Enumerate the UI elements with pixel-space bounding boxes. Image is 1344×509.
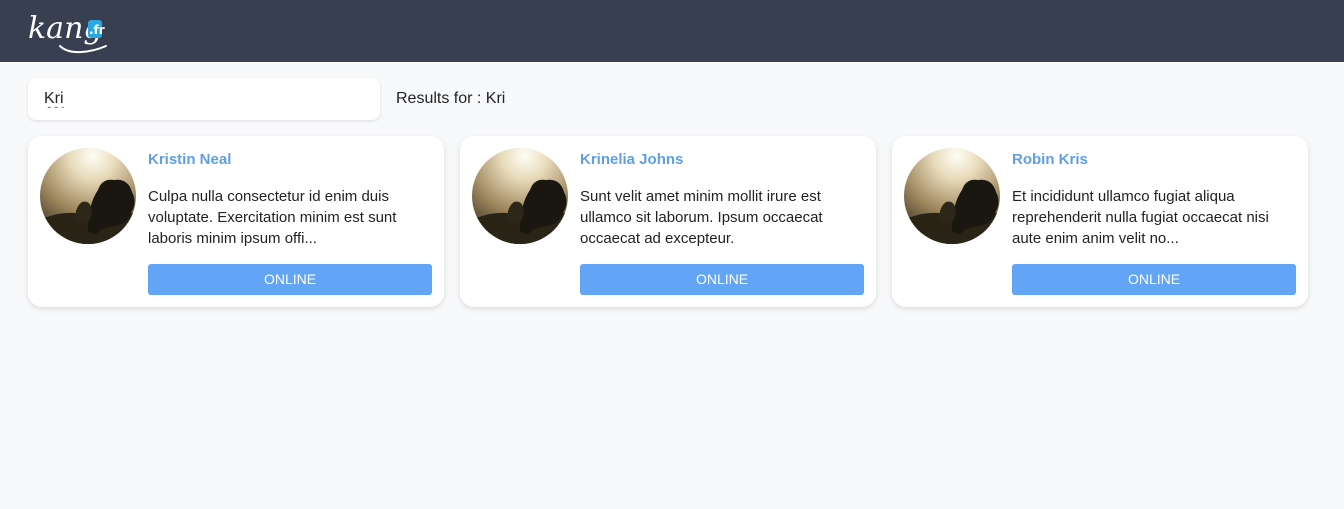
card-description: Sunt velit amet minim mollit irure est u… (580, 188, 823, 247)
results-list: Kristin Neal Culpa nulla consectetur id … (28, 136, 1328, 308)
result-card: Kristin Neal Culpa nulla consectetur id … (28, 136, 444, 307)
card-name[interactable]: Krinelia Johns (580, 151, 683, 168)
card-description: Et incididunt ullamco fugiat aliqua repr… (1012, 188, 1269, 247)
result-card: Robin Kris Et incididunt ullamco fugiat … (892, 136, 1308, 307)
search-row: Results for : Kri (28, 78, 728, 120)
status-button[interactable]: ONLINE (580, 264, 864, 295)
results-label: Results for : Kri (396, 90, 506, 107)
search-input[interactable] (28, 78, 380, 120)
avatar (40, 148, 136, 244)
kang-logo[interactable]: kang .fr (26, 2, 112, 58)
logo-badge: .fr (89, 23, 105, 37)
card-name[interactable]: Robin Kris (1012, 151, 1088, 168)
status-button[interactable]: ONLINE (1012, 264, 1296, 295)
result-card: Krinelia Johns Sunt velit amet minim mol… (460, 136, 876, 307)
avatar (904, 148, 1000, 244)
card-description: Culpa nulla consectetur id enim duis vol… (148, 188, 397, 247)
card-name[interactable]: Kristin Neal (148, 151, 231, 168)
status-button[interactable]: ONLINE (148, 264, 432, 295)
avatar (472, 148, 568, 244)
top-navbar: kang .fr (0, 0, 1344, 62)
